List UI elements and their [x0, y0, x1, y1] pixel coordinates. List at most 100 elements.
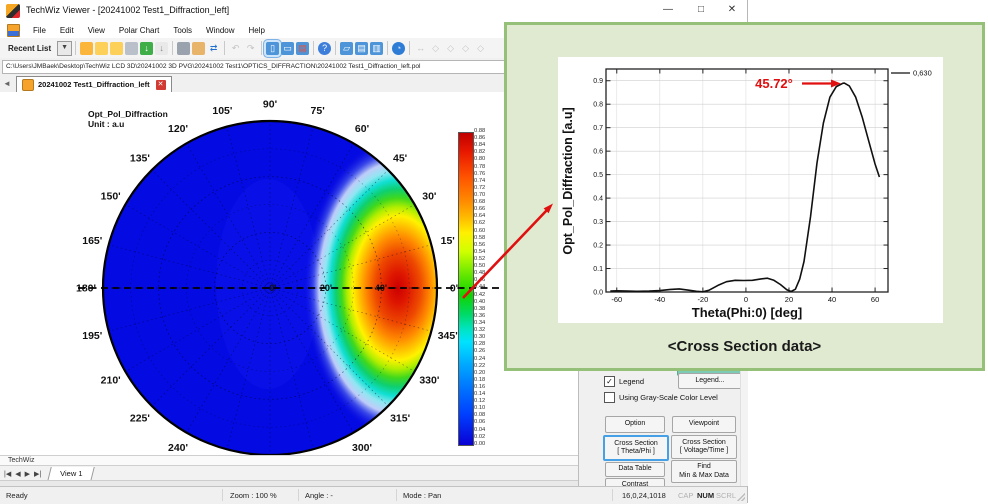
cube-view-4-icon[interactable]: ◇: [474, 42, 487, 55]
grayscale-checkbox[interactable]: [604, 392, 615, 403]
menu-view[interactable]: View: [81, 24, 112, 37]
toolbar-separator: [75, 41, 76, 55]
menu-window[interactable]: Window: [199, 24, 241, 37]
cross-section-voltage-time-button[interactable]: Cross Section [ Voltage/Time ]: [671, 435, 737, 459]
layout-wide-icon[interactable]: ▭: [281, 42, 294, 55]
cube-view-3-icon[interactable]: ◇: [459, 42, 472, 55]
undo-icon[interactable]: ↶: [229, 42, 242, 55]
x-tick-label: -20: [697, 295, 708, 304]
menu-edit[interactable]: Edit: [53, 24, 81, 37]
find-min-max-button[interactable]: Find Min & Max Data: [671, 460, 737, 483]
ring-label: 0': [269, 283, 276, 293]
colorbar-value: 0.04: [474, 427, 500, 433]
colorbar-value: 0.44: [474, 284, 500, 290]
azimuth-label-345: 345': [438, 330, 458, 342]
x-tick-labels: -60-40-200204060: [611, 295, 879, 304]
y-tick-label: 0.8: [593, 102, 603, 109]
menu-polar-chart[interactable]: Polar Chart: [112, 24, 166, 37]
cross-section-volt-label-2: [ Voltage/Time ]: [672, 447, 736, 456]
menu-help[interactable]: Help: [242, 24, 272, 37]
colorbar-value: 0.78: [474, 164, 500, 170]
azimuth-label-180: 180': [76, 283, 96, 295]
paste-icon[interactable]: [192, 42, 205, 55]
first-view-icon[interactable]: |◀: [4, 470, 11, 478]
next-view-icon[interactable]: ▶: [25, 470, 30, 478]
colorbar-value: 0.88: [474, 128, 500, 134]
y-tick-label: 0.3: [593, 219, 603, 226]
file-path-field[interactable]: C:\Users\JMBaek\Desktop\TechWiz LCD 3D\2…: [2, 60, 507, 74]
open-folder-icon[interactable]: [80, 42, 93, 55]
resize-grip[interactable]: [737, 493, 745, 501]
last-view-icon[interactable]: ▶|: [34, 470, 41, 478]
colorbar-value: 0.80: [474, 156, 500, 162]
refresh-icon[interactable]: ⇄: [207, 42, 220, 55]
colorbar-value: 0.54: [474, 249, 500, 255]
legend-button[interactable]: Legend...: [678, 373, 742, 389]
view-tab[interactable]: View 1: [47, 467, 95, 481]
recent-list-dropdown[interactable]: ▼: [57, 41, 72, 56]
status-bar: Ready Zoom : 100 % Angle : - Mode : Pan …: [0, 486, 747, 504]
colorbar-value: 0.02: [474, 434, 500, 440]
colorbar-value: 0.42: [474, 292, 500, 298]
azimuth-label-45: 45': [393, 152, 407, 164]
redo-icon[interactable]: ↷: [244, 42, 257, 55]
azimuth-label-90: 90': [263, 99, 277, 111]
window-tile-v-icon[interactable]: ▥: [370, 42, 383, 55]
cross-section-chart: -60-40-200204060 0.00.10.20.30.40.50.60.…: [558, 57, 943, 323]
capture-icon[interactable]: [177, 42, 190, 55]
toolbar-separator: [261, 41, 262, 55]
azimuth-label-105: 105': [212, 105, 232, 117]
folder-new-icon[interactable]: [110, 42, 123, 55]
export-icon[interactable]: ↓: [155, 42, 168, 55]
globe-icon[interactable]: ◔: [392, 42, 405, 55]
window-tile-h-icon[interactable]: ▤: [355, 42, 368, 55]
status-ready: Ready: [6, 491, 28, 500]
x-tick-label: 60: [871, 295, 879, 304]
colorbar-value: 0.64: [474, 213, 500, 219]
axes-3d-icon[interactable]: ↔: [414, 42, 427, 55]
grayscale-checkbox-row[interactable]: Using Gray-Scale Color Level: [604, 392, 718, 403]
folder-icon[interactable]: [95, 42, 108, 55]
tab-scroll-left-icon[interactable]: ◄: [3, 79, 11, 88]
polar-grid: [103, 121, 437, 455]
polar-chart-unit: Unit : a.u: [88, 120, 168, 130]
colorbar-value: 0.70: [474, 192, 500, 198]
data-table-button[interactable]: Data Table: [605, 462, 665, 477]
menu-file[interactable]: File: [26, 24, 53, 37]
colorbar-labels: 0.880.860.840.820.800.780.760.740.720.70…: [474, 128, 500, 447]
minimize-button[interactable]: —: [655, 2, 681, 18]
azimuth-label-300: 300': [352, 442, 372, 454]
colorbar-value: 0.34: [474, 320, 500, 326]
menu-tools[interactable]: Tools: [166, 24, 199, 37]
colorbar-value: 0.62: [474, 220, 500, 226]
polar-disk: [103, 121, 492, 455]
legend-checkbox[interactable]: ✓: [604, 376, 615, 387]
cross-section-theta-phi-button[interactable]: Cross Section [ Theta/Phi ]: [603, 435, 669, 461]
colorbar-value: 0.82: [474, 149, 500, 155]
close-button[interactable]: ✕: [719, 2, 745, 18]
prev-view-icon[interactable]: ◀: [15, 470, 20, 478]
azimuth-label-30: 30': [422, 191, 436, 203]
info-icon[interactable]: ?: [318, 42, 331, 55]
save-icon[interactable]: [125, 42, 138, 55]
cube-view-1-icon[interactable]: ◇: [429, 42, 442, 55]
layout-report-icon[interactable]: ▤: [296, 42, 309, 55]
colorbar-value: 0.00: [474, 441, 500, 447]
import-icon[interactable]: ↓: [140, 42, 153, 55]
azimuth-label-240: 240': [168, 442, 188, 454]
legend-checkbox-row[interactable]: ✓ Legend: [604, 376, 644, 387]
maximize-button[interactable]: □: [688, 2, 714, 18]
document-tab[interactable]: 20241002 Test1_Diffraction_left ✕: [16, 76, 172, 92]
status-scroll-lock: SCRL: [716, 491, 736, 500]
window-cascade-icon[interactable]: ▱: [340, 42, 353, 55]
option-button[interactable]: Option: [605, 416, 665, 433]
chart-frame: [606, 69, 888, 292]
azimuth-label-195: 195': [82, 330, 102, 342]
recent-list-label: Recent List: [0, 44, 57, 53]
viewpoint-button[interactable]: Viewpoint: [672, 416, 736, 433]
colorbar-value: 0.72: [474, 185, 500, 191]
tab-close-icon[interactable]: ✕: [156, 80, 166, 90]
find-label-1: Find: [672, 463, 736, 472]
cube-view-2-icon[interactable]: ◇: [444, 42, 457, 55]
layout-single-icon[interactable]: ▯: [266, 42, 279, 55]
